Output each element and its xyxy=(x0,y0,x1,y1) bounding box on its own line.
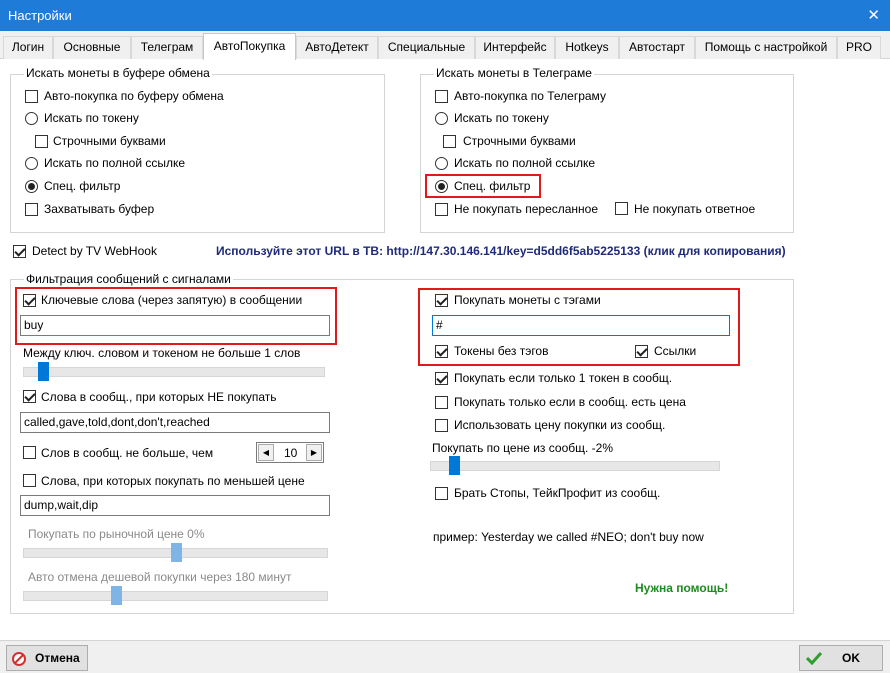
telegram-no-forwarded-checkbox[interactable] xyxy=(435,203,448,216)
buffer-capture-label: Захватывать буфер xyxy=(44,202,155,216)
buffer-auto-buy-label: Авто-покупка по буферу обмена xyxy=(44,89,224,103)
only-one-token-checkbox[interactable] xyxy=(435,372,448,385)
tab-pro[interactable]: PRO xyxy=(837,36,881,59)
price-from-msg-slider-thumb[interactable] xyxy=(449,456,460,475)
webhook-label: Detect by TV WebHook xyxy=(32,244,157,258)
stepper-increment[interactable]: ▶ xyxy=(306,444,322,461)
buffer-full-link-label: Искать по полной ссылке xyxy=(44,156,186,170)
lower-price-label: Слова, при которых покупать по меньшей ц… xyxy=(41,474,305,488)
only-with-price-label: Покупать только если в сообщ. есть цена xyxy=(454,395,686,409)
price-from-msg-slider-track[interactable] xyxy=(430,461,720,471)
use-price-label: Использовать цену покупки из сообщ. xyxy=(454,418,666,432)
tab-bar: Логин Основные Телеграм АвтоПокупка Авто… xyxy=(0,31,890,60)
cancel-button-label: Отмена xyxy=(35,651,80,665)
tags-label: Покупать монеты с тэгами xyxy=(454,293,601,307)
keywords-checkbox[interactable] xyxy=(23,294,36,307)
telegram-auto-buy-checkbox[interactable] xyxy=(435,90,448,103)
distance-label: Между ключ. словом и токеном не больше 1… xyxy=(23,346,301,360)
window-title: Настройки xyxy=(8,8,72,23)
lower-price-checkbox[interactable] xyxy=(23,474,36,487)
use-price-checkbox[interactable] xyxy=(435,419,448,432)
telegram-no-replies-checkbox[interactable] xyxy=(615,202,628,215)
telegram-auto-buy-label: Авто-покупка по Телеграму xyxy=(454,89,606,103)
distance-slider-thumb[interactable] xyxy=(38,362,49,381)
max-words-label: Слов в сообщ. не больше, чем xyxy=(41,446,214,460)
buffer-lowercase-checkbox[interactable] xyxy=(35,135,48,148)
tab-autobuy[interactable]: АвтоПокупка xyxy=(203,33,296,60)
lower-price-input[interactable]: dump,wait,dip xyxy=(20,495,330,516)
cancel-icon xyxy=(12,652,26,666)
keywords-input[interactable]: buy xyxy=(20,315,330,336)
only-with-price-checkbox[interactable] xyxy=(435,396,448,409)
tab-login[interactable]: Логин xyxy=(3,36,53,59)
telegram-special-filter-label: Спец. фильтр xyxy=(454,179,531,193)
tab-autostart[interactable]: Автостарт xyxy=(619,36,695,59)
telegram-no-replies-label: Не покупать ответное xyxy=(634,202,756,216)
buffer-full-link-radio[interactable] xyxy=(25,157,38,170)
telegram-by-token-label: Искать по токену xyxy=(454,111,549,125)
buffer-by-token-radio[interactable] xyxy=(25,112,38,125)
tab-main[interactable]: Основные xyxy=(53,36,131,59)
cancel-button[interactable]: Отмена xyxy=(6,645,88,671)
telegram-lowercase-checkbox[interactable] xyxy=(443,135,456,148)
telegram-full-link-radio[interactable] xyxy=(435,157,448,170)
price-from-msg-label: Покупать по цене из сообщ. -2% xyxy=(432,441,614,455)
tags-input[interactable]: # xyxy=(432,315,730,336)
telegram-lowercase-label: Строчными буквами xyxy=(463,134,576,148)
tab-special[interactable]: Специальные xyxy=(378,36,475,59)
telegram-group-title: Искать монеты в Телеграме xyxy=(434,66,594,80)
auto-cancel-slider-thumb[interactable] xyxy=(111,586,122,605)
autobuy-panel: Искать монеты в буфере обмена Авто-покуп… xyxy=(0,59,880,640)
close-icon[interactable]: ✕ xyxy=(867,6,880,24)
links-checkbox[interactable] xyxy=(635,345,648,358)
bottom-bar: Отмена OK xyxy=(0,640,890,673)
buffer-special-filter-label: Спец. фильтр xyxy=(44,179,121,193)
tab-setup-help[interactable]: Помощь с настройкой xyxy=(695,36,837,59)
stepper-decrement[interactable]: ◀ xyxy=(258,444,274,461)
market-price-slider-thumb[interactable] xyxy=(171,543,182,562)
auto-cancel-label: Авто отмена дешевой покупки через 180 ми… xyxy=(28,570,292,584)
buffer-lowercase-label: Строчными буквами xyxy=(53,134,166,148)
links-label: Ссылки xyxy=(654,344,697,358)
distance-slider-track[interactable] xyxy=(23,367,325,377)
checkmark-icon xyxy=(806,651,822,665)
exclude-words-input[interactable]: called,gave,told,dont,don't,reached xyxy=(20,412,330,433)
tags-checkbox[interactable] xyxy=(435,294,448,307)
buffer-capture-checkbox[interactable] xyxy=(25,203,38,216)
telegram-no-forwarded-label: Не покупать пересланное xyxy=(454,202,599,216)
buffer-auto-buy-checkbox[interactable] xyxy=(25,90,38,103)
exclude-words-label: Слова в сообщ., при которых НЕ покупать xyxy=(41,390,277,404)
tab-interface[interactable]: Интерфейс xyxy=(475,36,555,59)
filter-group-title: Фильтрация сообщений с сигналами xyxy=(24,272,233,286)
buffer-group-title: Искать монеты в буфере обмена xyxy=(24,66,212,80)
telegram-special-filter-radio[interactable] xyxy=(435,180,448,193)
exclude-words-checkbox[interactable] xyxy=(23,390,36,403)
help-link[interactable]: Нужна помощь! xyxy=(635,581,728,595)
buffer-special-filter-radio[interactable] xyxy=(25,180,38,193)
keywords-label: Ключевые слова (через запятую) в сообщен… xyxy=(41,293,303,307)
max-words-stepper[interactable]: ◀ 10 ▶ xyxy=(256,442,324,463)
tab-hotkeys[interactable]: Hotkeys xyxy=(555,36,619,59)
ok-button[interactable]: OK xyxy=(799,645,883,671)
webhook-checkbox[interactable] xyxy=(13,245,26,258)
telegram-by-token-radio[interactable] xyxy=(435,112,448,125)
stops-checkbox[interactable] xyxy=(435,487,448,500)
max-words-value: 10 xyxy=(284,446,298,460)
auto-cancel-slider-track[interactable] xyxy=(23,591,328,601)
tab-telegram[interactable]: Телеграм xyxy=(131,36,203,59)
buffer-by-token-label: Искать по токену xyxy=(44,111,139,125)
no-tags-label: Токены без тэгов xyxy=(454,344,549,358)
example-text: пример: Yesterday we called #NEO; don't … xyxy=(433,530,704,544)
title-bar: Настройки ✕ xyxy=(0,0,890,31)
market-price-label: Покупать по рыночной цене 0% xyxy=(28,527,205,541)
telegram-full-link-label: Искать по полной ссылке xyxy=(454,156,596,170)
max-words-checkbox[interactable] xyxy=(23,446,36,459)
tab-autodetect[interactable]: АвтоДетект xyxy=(296,36,378,59)
no-tags-checkbox[interactable] xyxy=(435,345,448,358)
only-one-token-label: Покупать если только 1 токен в сообщ. xyxy=(454,371,673,385)
ok-button-label: OK xyxy=(842,651,860,665)
webhook-url-link[interactable]: Используйте этот URL в ТВ: http://147.30… xyxy=(216,244,786,258)
stops-label: Брать Стопы, ТейкПрофит из сообщ. xyxy=(454,486,661,500)
